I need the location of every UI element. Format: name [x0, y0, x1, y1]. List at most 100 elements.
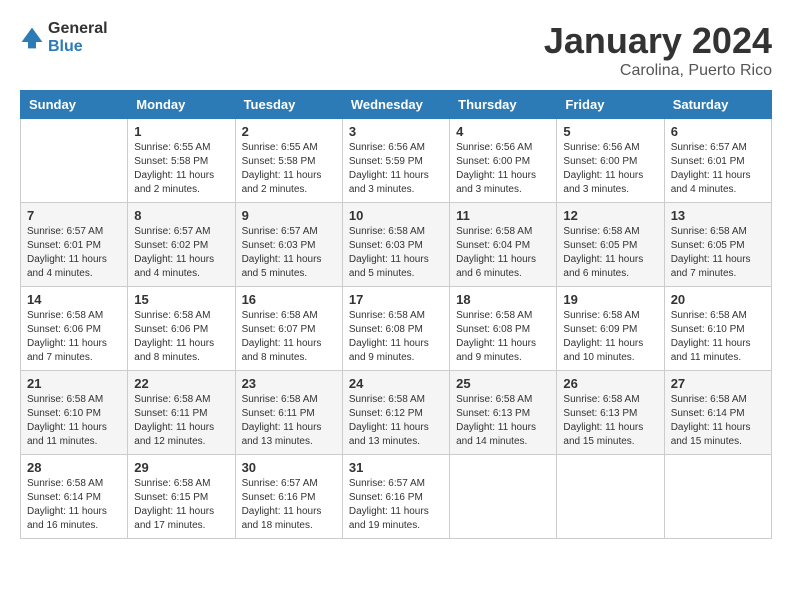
day-info: Sunrise: 6:58 AMSunset: 6:03 PMDaylight:… [349, 225, 443, 281]
day-number: 15 [134, 292, 228, 307]
day-number: 29 [134, 460, 228, 475]
header-row: Sunday Monday Tuesday Wednesday Thursday… [21, 91, 772, 119]
day-number: 20 [671, 292, 765, 307]
calendar-cell: 3 Sunrise: 6:56 AMSunset: 5:59 PMDaylight… [342, 119, 449, 203]
col-thursday: Thursday [450, 91, 557, 119]
day-number: 22 [134, 376, 228, 391]
calendar-title: January 2024 [544, 20, 772, 62]
day-info: Sunrise: 6:57 AMSunset: 6:01 PMDaylight:… [671, 141, 765, 197]
calendar-cell: 14 Sunrise: 6:58 AMSunset: 6:06 PMDayligh… [21, 287, 128, 371]
calendar-cell: 8 Sunrise: 6:57 AMSunset: 6:02 PMDaylight… [128, 203, 235, 287]
day-info: Sunrise: 6:56 AMSunset: 6:00 PMDaylight:… [563, 141, 657, 197]
day-info: Sunrise: 6:56 AMSunset: 6:00 PMDaylight:… [456, 141, 550, 197]
day-info: Sunrise: 6:58 AMSunset: 6:06 PMDaylight:… [27, 309, 121, 365]
day-number: 2 [242, 124, 336, 139]
day-number: 23 [242, 376, 336, 391]
calendar-cell [21, 119, 128, 203]
calendar-cell: 31 Sunrise: 6:57 AMSunset: 6:16 PMDayligh… [342, 455, 449, 539]
logo-blue: Blue [48, 38, 83, 55]
logo: General Blue [20, 20, 108, 56]
calendar-cell: 2Sunrise: 6:55 AMSunset: 5:58 PMDaylight… [235, 119, 342, 203]
calendar-cell: 26 Sunrise: 6:58 AMSunset: 6:13 PMDayligh… [557, 371, 664, 455]
calendar-week-1: 1 Sunrise: 6:55 AMSunset: 5:58 PMDaylight… [21, 119, 772, 203]
logo-icon [20, 26, 44, 50]
day-number: 4 [456, 124, 550, 139]
calendar-cell: 18 Sunrise: 6:58 AMSunset: 6:08 PMDayligh… [450, 287, 557, 371]
calendar-cell: 5Sunrise: 6:56 AMSunset: 6:00 PMDaylight… [557, 119, 664, 203]
calendar-cell: 22 Sunrise: 6:58 AMSunset: 6:11 PMDayligh… [128, 371, 235, 455]
day-number: 14 [27, 292, 121, 307]
day-info: Sunrise: 6:58 AMSunset: 6:08 PMDaylight:… [456, 309, 550, 365]
day-info: Sunrise: 6:58 AMSunset: 6:11 PMDaylight:… [242, 393, 336, 449]
day-info: Sunrise: 6:58 AMSunset: 6:14 PMDaylight:… [671, 393, 765, 449]
calendar-cell: 16 Sunrise: 6:58 AMSunset: 6:07 PMDayligh… [235, 287, 342, 371]
day-info: Sunrise: 6:58 AMSunset: 6:10 PMDaylight:… [671, 309, 765, 365]
day-number: 26 [563, 376, 657, 391]
day-info: Sunrise: 6:58 AMSunset: 6:15 PMDaylight:… [134, 477, 228, 533]
day-info: Sunrise: 6:58 AMSunset: 6:07 PMDaylight:… [242, 309, 336, 365]
day-info: Sunrise: 6:57 AMSunset: 6:03 PMDaylight:… [242, 225, 336, 281]
page-header: General Blue January 2024 Carolina, Puer… [20, 20, 772, 80]
day-info: Sunrise: 6:58 AMSunset: 6:06 PMDaylight:… [134, 309, 228, 365]
day-info: Sunrise: 6:58 AMSunset: 6:13 PMDaylight:… [563, 393, 657, 449]
day-number: 6 [671, 124, 765, 139]
day-info: Sunrise: 6:56 AMSunset: 5:59 PMDaylight:… [349, 141, 443, 197]
day-info: Sunrise: 6:57 AMSunset: 6:02 PMDaylight:… [134, 225, 228, 281]
calendar-cell [664, 455, 771, 539]
day-info: Sunrise: 6:58 AMSunset: 6:14 PMDaylight:… [27, 477, 121, 533]
col-saturday: Saturday [664, 91, 771, 119]
day-number: 27 [671, 376, 765, 391]
day-info: Sunrise: 6:58 AMSunset: 6:11 PMDaylight:… [134, 393, 228, 449]
day-info: Sunrise: 6:58 AMSunset: 6:10 PMDaylight:… [27, 393, 121, 449]
day-info: Sunrise: 6:58 AMSunset: 6:05 PMDaylight:… [671, 225, 765, 281]
day-info: Sunrise: 6:57 AMSunset: 6:16 PMDaylight:… [242, 477, 336, 533]
calendar-cell: 19Sunrise: 6:58 AMSunset: 6:09 PMDayligh… [557, 287, 664, 371]
day-info: Sunrise: 6:57 AMSunset: 6:16 PMDaylight:… [349, 477, 443, 533]
day-info: Sunrise: 6:58 AMSunset: 6:12 PMDaylight:… [349, 393, 443, 449]
day-info: Sunrise: 6:58 AMSunset: 6:04 PMDaylight:… [456, 225, 550, 281]
calendar-cell: 24Sunrise: 6:58 AMSunset: 6:12 PMDayligh… [342, 371, 449, 455]
day-number: 10 [349, 208, 443, 223]
day-number: 18 [456, 292, 550, 307]
col-friday: Friday [557, 91, 664, 119]
calendar-cell: 23 Sunrise: 6:58 AMSunset: 6:11 PMDayligh… [235, 371, 342, 455]
day-info: Sunrise: 6:58 AMSunset: 6:09 PMDaylight:… [563, 309, 657, 365]
logo-general: General [48, 20, 108, 37]
calendar-cell: 10 Sunrise: 6:58 AMSunset: 6:03 PMDayligh… [342, 203, 449, 287]
calendar-cell [450, 455, 557, 539]
calendar-week-4: 21Sunrise: 6:58 AMSunset: 6:10 PMDayligh… [21, 371, 772, 455]
day-number: 9 [242, 208, 336, 223]
calendar-cell: 21Sunrise: 6:58 AMSunset: 6:10 PMDayligh… [21, 371, 128, 455]
title-block: January 2024 Carolina, Puerto Rico [544, 20, 772, 80]
day-number: 8 [134, 208, 228, 223]
col-tuesday: Tuesday [235, 91, 342, 119]
calendar-cell: 11Sunrise: 6:58 AMSunset: 6:04 PMDayligh… [450, 203, 557, 287]
calendar-table: Sunday Monday Tuesday Wednesday Thursday… [20, 90, 772, 539]
day-number: 13 [671, 208, 765, 223]
calendar-cell: 6 Sunrise: 6:57 AMSunset: 6:01 PMDaylight… [664, 119, 771, 203]
calendar-cell: 7Sunrise: 6:57 AMSunset: 6:01 PMDaylight… [21, 203, 128, 287]
calendar-cell [557, 455, 664, 539]
calendar-cell: 15 Sunrise: 6:58 AMSunset: 6:06 PMDayligh… [128, 287, 235, 371]
calendar-cell: 9 Sunrise: 6:57 AMSunset: 6:03 PMDaylight… [235, 203, 342, 287]
day-number: 28 [27, 460, 121, 475]
calendar-cell: 28 Sunrise: 6:58 AMSunset: 6:14 PMDayligh… [21, 455, 128, 539]
col-monday: Monday [128, 91, 235, 119]
calendar-cell: 12 Sunrise: 6:58 AMSunset: 6:05 PMDayligh… [557, 203, 664, 287]
day-number: 3 [349, 124, 443, 139]
calendar-cell: 29 Sunrise: 6:58 AMSunset: 6:15 PMDayligh… [128, 455, 235, 539]
day-number: 1 [134, 124, 228, 139]
day-number: 12 [563, 208, 657, 223]
calendar-week-3: 14 Sunrise: 6:58 AMSunset: 6:06 PMDayligh… [21, 287, 772, 371]
day-info: Sunrise: 6:58 AMSunset: 6:13 PMDaylight:… [456, 393, 550, 449]
calendar-cell: 17Sunrise: 6:58 AMSunset: 6:08 PMDayligh… [342, 287, 449, 371]
day-number: 16 [242, 292, 336, 307]
day-number: 30 [242, 460, 336, 475]
calendar-subtitle: Carolina, Puerto Rico [544, 62, 772, 80]
calendar-cell: 30 Sunrise: 6:57 AMSunset: 6:16 PMDayligh… [235, 455, 342, 539]
day-info: Sunrise: 6:57 AMSunset: 6:01 PMDaylight:… [27, 225, 121, 281]
day-info: Sunrise: 6:55 AMSunset: 5:58 PMDaylight:… [134, 141, 228, 197]
calendar-week-2: 7Sunrise: 6:57 AMSunset: 6:01 PMDaylight… [21, 203, 772, 287]
day-number: 31 [349, 460, 443, 475]
day-info: Sunrise: 6:58 AMSunset: 6:05 PMDaylight:… [563, 225, 657, 281]
